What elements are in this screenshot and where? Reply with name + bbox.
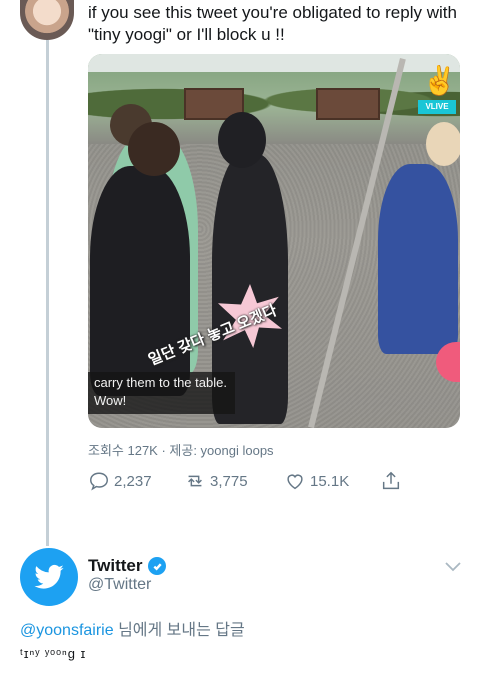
reply-button[interactable]: 2,237 [88,468,152,494]
reply-text: ᵗɪⁿʸ ʸᵒᵒⁿɡ ɪ [20,646,87,661]
verified-badge-icon [148,557,167,575]
tweet-text: if you see this tweet you're obligated t… [88,3,457,44]
view-count-meta: 조회수 127K · 제공: yoongi loops [88,443,274,458]
video-player[interactable]: ✌ VLIVE 일단 갖다 놓고 오겠다 carry them to the t… [88,54,460,428]
share-button[interactable] [380,468,402,494]
mention-link[interactable]: @yoonsfairie [20,622,114,639]
video-shed [316,88,380,120]
person-head [218,112,266,168]
vlive-logo: ✌ VLIVE [418,64,457,114]
like-icon [287,474,303,490]
subtitle-line: Wow! [94,393,127,408]
retweet-count: 3,775 [210,472,248,490]
person-figure [378,164,458,354]
retweet-icon [188,475,202,487]
replying-to: @yoonsfairie 님에게 보내는 답글 [20,616,245,640]
author-name[interactable]: Twitter [88,556,142,576]
author-name-row: Twitter [88,556,167,576]
avatar[interactable] [20,548,78,606]
reply-icon [90,472,108,491]
reply-count: 2,237 [114,472,152,490]
thread-line [46,40,49,546]
chevron-down-icon [445,562,461,572]
tweet-options-button[interactable] [444,560,462,572]
person-figure [90,166,190,396]
avatar[interactable] [20,0,74,40]
retweet-button[interactable]: 3,775 [184,468,248,494]
twitter-bird-icon [34,564,64,589]
video-subtitle: carry them to the table. Wow! [88,372,235,414]
vlive-badge: VLIVE [418,100,456,114]
person-head [128,122,180,176]
vlive-icon: ✌ [422,65,457,96]
replying-to-suffix: 님에게 보내는 답글 [113,622,245,639]
like-count: 15.1K [310,472,350,490]
author-handle[interactable]: @Twitter [88,576,151,594]
subtitle-line: carry them to the table. [94,375,227,390]
tweet-actions: 2,237 3,775 15.1K [88,468,428,494]
share-icon [382,471,400,490]
like-button[interactable]: 15.1K [284,468,349,494]
person-head [426,122,460,166]
